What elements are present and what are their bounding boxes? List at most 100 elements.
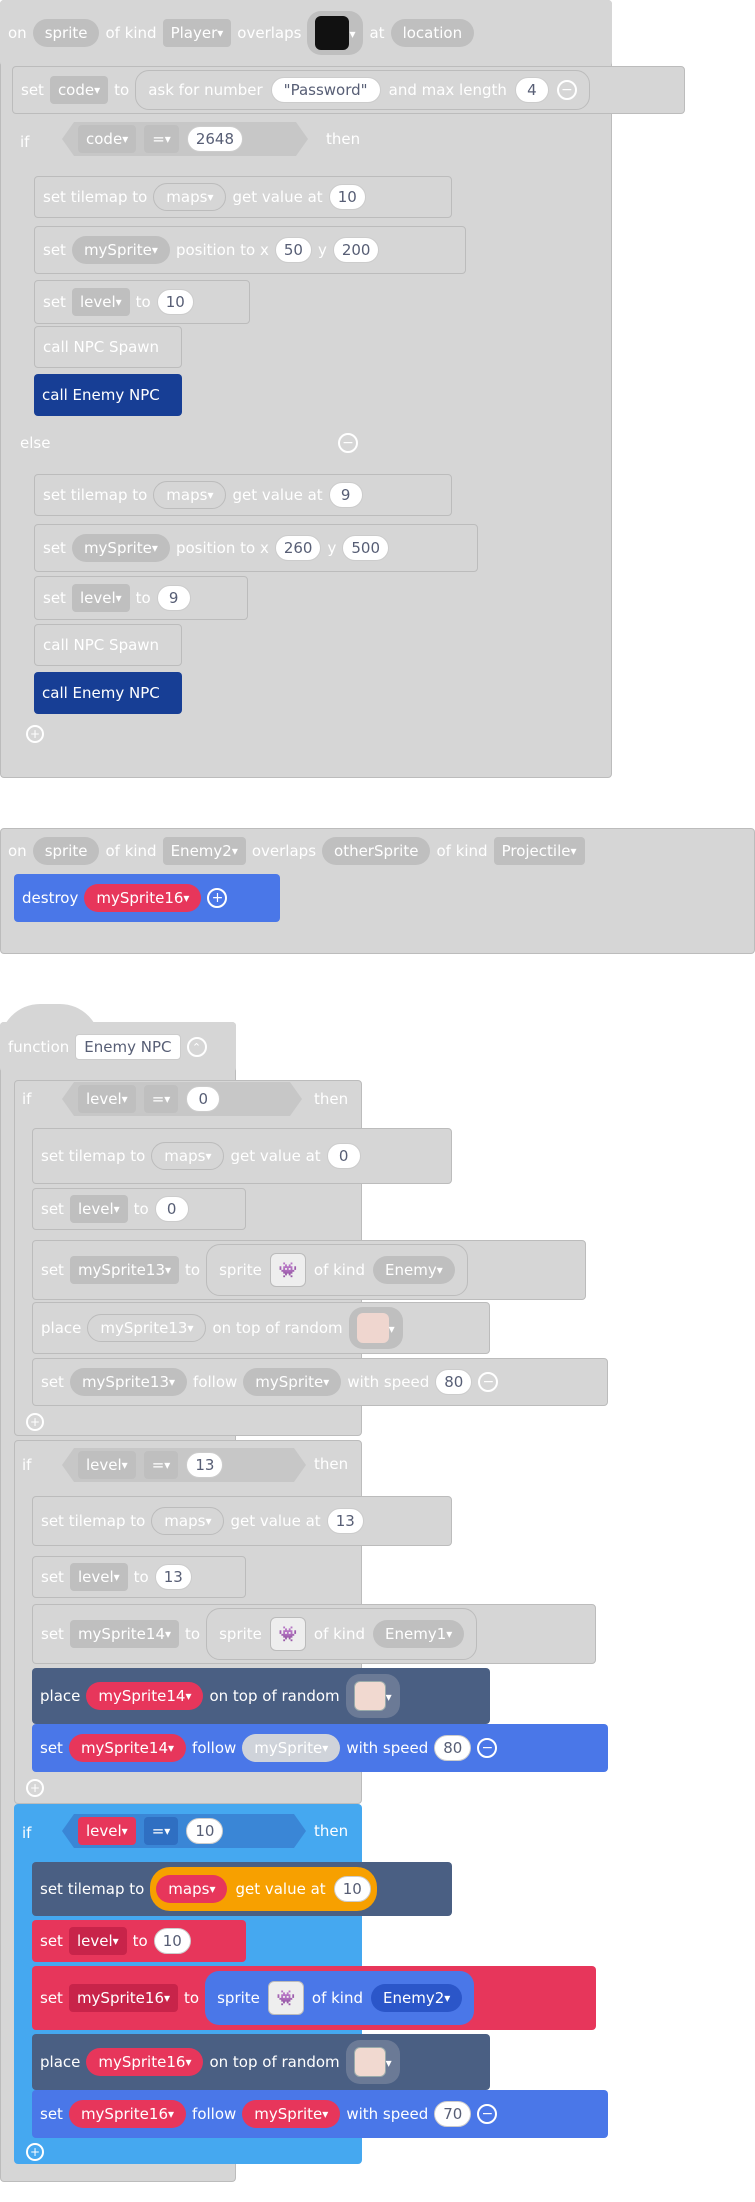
level-input[interactable]: 13 — [154, 1564, 192, 1590]
event-header[interactable]: on sprite of kind Enemy2 overlaps otherS… — [0, 828, 755, 874]
set-level-block[interactable]: set level to 10 — [34, 280, 250, 324]
set-level-block[interactable]: set level to 9 — [34, 576, 248, 620]
speed-input[interactable]: 70 — [434, 2101, 472, 2127]
set-position-block[interactable]: set mySprite position to x 260 y 500 — [34, 524, 478, 572]
sprite-var-dropdown[interactable]: mySprite13 — [69, 1256, 180, 1284]
code-var[interactable]: code — [78, 125, 136, 153]
condition-block[interactable]: level = 0 — [62, 1082, 302, 1116]
call-enemy-block[interactable]: call Enemy NPC — [34, 374, 182, 416]
sprite-var[interactable]: mySprite13 — [87, 1314, 207, 1342]
eq-dropdown[interactable]: = — [144, 1451, 179, 1479]
set-code-block[interactable]: set code to ask for number "Password" an… — [12, 66, 685, 114]
function-header[interactable]: function Enemy NPC ⌃ — [0, 1022, 236, 1072]
place-block[interactable]: place mySprite14 on top of random — [32, 1668, 490, 1724]
level-dropdown[interactable]: level — [71, 584, 130, 612]
set-tilemap-block[interactable]: set tilemap to maps get value at 13 — [32, 1496, 452, 1546]
level-input[interactable]: 9 — [156, 585, 191, 611]
value-input[interactable]: 2648 — [187, 126, 243, 152]
level-input[interactable]: 10 — [153, 1928, 191, 1954]
sprite-param[interactable]: sprite — [32, 19, 100, 47]
level-var[interactable]: level — [78, 1085, 136, 1113]
destroy-block[interactable]: destroy mySprite16 + — [14, 874, 280, 922]
y-input[interactable]: 500 — [342, 535, 390, 561]
eq-dropdown[interactable]: = — [144, 1817, 179, 1845]
minus-icon[interactable]: − — [478, 1372, 499, 1392]
minus-icon[interactable]: − — [477, 2104, 498, 2124]
sprite-create-block[interactable]: sprite 👾 of kind Enemy1 — [206, 1608, 478, 1660]
chevron-up-icon[interactable]: ⌃ — [186, 1037, 207, 1057]
add-icon[interactable]: + — [26, 1778, 44, 1797]
sprite-create-block[interactable]: sprite 👾 of kind Enemy — [206, 1244, 468, 1296]
eq-dropdown[interactable]: = — [144, 1085, 179, 1113]
value-input[interactable]: 0 — [186, 1086, 220, 1112]
sprite-create-block[interactable]: sprite 👾 of kind Enemy2 — [205, 1971, 475, 2025]
set-level-block[interactable]: set level to 0 — [32, 1188, 246, 1230]
tile-picker[interactable] — [345, 1674, 400, 1718]
set-tilemap-block[interactable]: set tilemap to maps get value at 10 — [32, 1862, 452, 1916]
enemy-sprite-icon[interactable]: 👾 — [269, 1617, 306, 1651]
tile-index-input[interactable]: 13 — [326, 1508, 364, 1534]
maps-var[interactable]: maps — [156, 1875, 228, 1903]
sprite-var[interactable]: mySprite13 — [69, 1368, 188, 1396]
condition-block[interactable]: code = 2648 — [62, 122, 308, 156]
sprite-var[interactable]: mySprite16 — [86, 2048, 204, 2076]
level-input[interactable]: 10 — [156, 289, 194, 315]
set-sprite-block[interactable]: set mySprite13 to sprite 👾 of kind Enemy — [32, 1240, 586, 1300]
level-dropdown[interactable]: level — [69, 1563, 128, 1591]
speed-input[interactable]: 80 — [435, 1369, 473, 1395]
location-param[interactable]: location — [390, 19, 475, 47]
minus-icon[interactable]: − — [477, 1738, 498, 1758]
target-var[interactable]: mySprite — [242, 2100, 341, 2128]
place-block[interactable]: place mySprite13 on top of random — [32, 1302, 490, 1354]
call-spawn-block[interactable]: call NPC Spawn — [34, 624, 182, 666]
sprite-var[interactable]: mySprite16 — [84, 884, 202, 912]
target-var[interactable]: mySprite — [242, 1734, 341, 1762]
sprite-var-dropdown[interactable]: mySprite14 — [69, 1620, 180, 1648]
level-var[interactable]: level — [78, 1817, 136, 1845]
kind-dropdown[interactable]: Enemy2 — [371, 1984, 463, 2012]
condition-block[interactable]: level = 10 — [62, 1814, 306, 1848]
tile-picker[interactable] — [348, 1307, 403, 1349]
maps-var[interactable]: maps — [151, 1142, 225, 1170]
eq-dropdown[interactable]: = — [144, 125, 179, 153]
tile-picker[interactable] — [345, 2040, 400, 2084]
level-dropdown[interactable]: level — [68, 1927, 127, 1955]
add-icon[interactable]: + — [26, 2142, 44, 2161]
kind-dropdown[interactable]: Enemy1 — [373, 1620, 465, 1648]
condition-block[interactable]: level = 13 — [62, 1448, 306, 1482]
add-icon[interactable]: + — [26, 724, 44, 743]
level-var[interactable]: level — [78, 1451, 136, 1479]
tile-index-input[interactable]: 0 — [326, 1143, 361, 1169]
sprite-var[interactable]: mySprite — [71, 534, 170, 562]
call-enemy-block[interactable]: call Enemy NPC — [34, 672, 182, 714]
follow-block[interactable]: set mySprite14 follow mySprite with spee… — [32, 1724, 608, 1772]
plus-icon[interactable]: + — [207, 888, 228, 908]
kind-dropdown[interactable]: Player — [162, 19, 232, 47]
tile-index-input[interactable]: 9 — [328, 482, 363, 508]
code-var-dropdown[interactable]: code — [49, 76, 109, 104]
maps-var[interactable]: maps — [153, 183, 227, 211]
sprite-var[interactable]: mySprite14 — [86, 1682, 204, 1710]
event-header[interactable]: on sprite of kind Player overlaps at loc… — [0, 0, 612, 66]
follow-block[interactable]: set mySprite16 follow mySprite with spee… — [32, 2090, 608, 2138]
y-input[interactable]: 200 — [332, 237, 380, 263]
place-block[interactable]: place mySprite16 on top of random — [32, 2034, 490, 2090]
set-sprite-block[interactable]: set mySprite16 to sprite 👾 of kind Enemy… — [32, 1966, 596, 2030]
ask-number-block[interactable]: ask for number " Password " and max length… — [135, 70, 590, 110]
call-spawn-block[interactable]: call NPC Spawn — [34, 326, 182, 368]
minus-icon[interactable]: − — [338, 433, 358, 453]
sprite-var[interactable]: mySprite — [71, 236, 170, 264]
get-value-block[interactable]: maps get value at 10 — [150, 1867, 377, 1911]
function-name-input[interactable]: Enemy NPC — [75, 1034, 181, 1060]
level-input[interactable]: 0 — [154, 1196, 189, 1222]
set-tilemap-block[interactable]: set tilemap to maps get value at 9 — [34, 474, 452, 516]
enemy-sprite-icon[interactable]: 👾 — [269, 1253, 306, 1287]
maps-var[interactable]: maps — [151, 1507, 225, 1535]
maps-var[interactable]: maps — [153, 481, 227, 509]
set-tilemap-block[interactable]: set tilemap to maps get value at 0 — [32, 1128, 452, 1184]
kind-dropdown[interactable]: Enemy — [373, 1256, 455, 1284]
sprite-var[interactable]: mySprite14 — [68, 1734, 187, 1762]
set-level-block[interactable]: set level to 13 — [32, 1556, 246, 1598]
level-dropdown[interactable]: level — [69, 1195, 128, 1223]
set-level-block[interactable]: set level to 10 — [32, 1920, 246, 1962]
